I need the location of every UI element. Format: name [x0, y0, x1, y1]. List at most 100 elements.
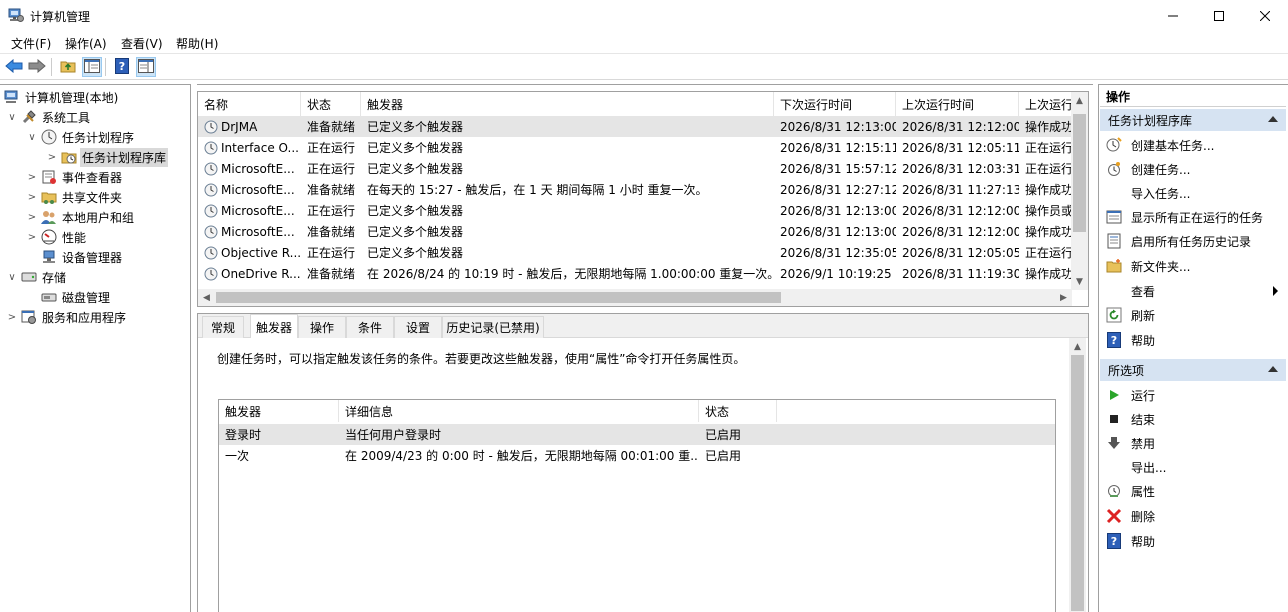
task-row[interactable]: MicrosoftE... 正在运行 已定义多个触发器 2026/8/31 12:13…: [198, 200, 1072, 221]
clock-icon: [41, 129, 57, 145]
cell-text: 操作成功: [1025, 225, 1072, 239]
task-clock-icon: [204, 183, 218, 197]
action-new-folder[interactable]: 新文件夹...: [1100, 254, 1286, 278]
task-list-horizontal-scrollbar[interactable]: ◀ ▶: [198, 289, 1072, 306]
task-row[interactable]: DrJMA 准备就绪 已定义多个触发器 2026/8/31 12:13:00 2026/…: [198, 116, 1072, 137]
task-row[interactable]: OneDrive R... 准备就绪在 2026/8/24 的 10:19 时 -…: [198, 263, 1072, 284]
chevron-down-icon[interactable]: ∨: [26, 131, 38, 143]
section-selected-item[interactable]: 所选项: [1100, 359, 1286, 381]
menu-file[interactable]: 文件(F): [11, 35, 51, 52]
column-header-state[interactable]: 状态: [699, 400, 777, 422]
action-help[interactable]: ? 帮助: [1100, 328, 1286, 352]
chevron-right-icon[interactable]: >: [26, 231, 38, 243]
tree-item-task-scheduler[interactable]: ∨ 任务计划程序: [26, 127, 136, 147]
column-header-last-run[interactable]: 上次运行时间: [896, 92, 1019, 116]
trigger-row[interactable]: 一次 在 2009/4/23 的 0:00 时 - 触发后，无限期地每隔 00:0…: [219, 445, 1055, 466]
task-list-vertical-scrollbar[interactable]: ▲ ▼: [1071, 92, 1088, 290]
action-delete[interactable]: 删除: [1100, 504, 1286, 528]
cell-text: 已定义多个触发器: [367, 204, 464, 218]
action-create-basic-task[interactable]: 创建基本任务...: [1100, 133, 1286, 157]
scroll-down-icon[interactable]: ▼: [1071, 273, 1088, 290]
tree-item-storage[interactable]: ∨ 存储: [6, 267, 68, 287]
tree-item-event-viewer[interactable]: > 事件查看器: [26, 167, 124, 187]
show-hide-action-pane-button[interactable]: [136, 57, 156, 77]
up-folder-button[interactable]: [58, 57, 78, 77]
scroll-left-icon[interactable]: ◀: [198, 289, 215, 306]
tree-item-performance[interactable]: > 性能: [26, 227, 88, 247]
scroll-up-icon[interactable]: ▲: [1071, 92, 1088, 109]
action-view[interactable]: 查看: [1100, 279, 1286, 303]
scroll-right-icon[interactable]: ▶: [1055, 289, 1072, 306]
scroll-thumb[interactable]: [1071, 355, 1084, 611]
forward-button[interactable]: [27, 57, 47, 77]
action-label: 删除: [1131, 509, 1156, 524]
help-button[interactable]: ?: [112, 57, 132, 77]
task-row[interactable]: Objective R... 正在运行 已定义多个触发器 2026/8/31 12:3…: [198, 242, 1072, 263]
tab-settings[interactable]: 设置: [394, 316, 442, 338]
collapse-icon[interactable]: [1268, 116, 1278, 122]
tab-actions[interactable]: 操作: [298, 316, 346, 338]
collapse-icon[interactable]: [1268, 366, 1278, 372]
tab-triggers[interactable]: 触发器: [250, 314, 298, 339]
scroll-thumb[interactable]: [216, 292, 781, 303]
chevron-right-icon[interactable]: >: [26, 211, 38, 223]
section-task-scheduler-library[interactable]: 任务计划程序库: [1100, 109, 1286, 131]
chevron-right-icon[interactable]: >: [26, 191, 38, 203]
column-header-status[interactable]: 状态: [301, 92, 361, 116]
chevron-right-icon[interactable]: >: [26, 171, 38, 183]
tab-general[interactable]: 常规: [202, 316, 244, 338]
new-folder-icon: [1106, 258, 1122, 274]
action-create-task[interactable]: 创建任务...: [1100, 157, 1286, 181]
task-row[interactable]: MicrosoftE... 正在运行 已定义多个触发器 2026/8/31 15:57…: [198, 158, 1072, 179]
column-header-last-result[interactable]: 上次运行: [1019, 92, 1072, 116]
trigger-row[interactable]: 登录时 当任何用户登录时 已启用: [219, 424, 1055, 445]
scroll-up-icon[interactable]: ▲: [1069, 338, 1086, 355]
chevron-right-icon[interactable]: >: [46, 151, 58, 163]
column-header-details[interactable]: 详细信息: [339, 400, 699, 422]
tree-item-shared-folders[interactable]: > 共享文件夹: [26, 187, 124, 207]
minimize-button[interactable]: [1150, 0, 1196, 31]
column-header-next-run[interactable]: 下次运行时间: [774, 92, 896, 116]
action-disable[interactable]: 禁用: [1100, 431, 1286, 455]
close-button[interactable]: [1242, 0, 1288, 31]
cell-text: 2026/8/31 12:05:05: [902, 245, 1019, 260]
task-row[interactable]: MicrosoftE... 准备就绪 已定义多个触发器 2026/8/31 12:13…: [198, 221, 1072, 242]
tree-item-services-applications[interactable]: > 服务和应用程序: [6, 307, 128, 327]
chevron-down-icon[interactable]: ∨: [6, 271, 18, 283]
menu-view[interactable]: 查看(V): [121, 35, 163, 52]
task-last-result-cell: 操作成功: [1019, 221, 1072, 242]
task-row[interactable]: MicrosoftE... 准备就绪 在每天的 15:27 - 触发后，在 1 天 …: [198, 179, 1072, 200]
maximize-button[interactable]: [1196, 0, 1242, 31]
tree-item-task-scheduler-library[interactable]: > 任务计划程序库: [46, 147, 169, 167]
scroll-thumb[interactable]: [1073, 114, 1086, 232]
action-show-running-tasks[interactable]: 显示所有正在运行的任务: [1100, 205, 1286, 229]
tab-conditions[interactable]: 条件: [346, 316, 394, 338]
back-button[interactable]: [4, 57, 24, 77]
action-end[interactable]: 结束: [1100, 407, 1286, 431]
menu-action[interactable]: 操作(A): [65, 35, 107, 52]
column-header-triggers[interactable]: 触发器: [361, 92, 774, 116]
action-run[interactable]: 运行: [1100, 383, 1286, 407]
tree-item-device-manager[interactable]: 设备管理器: [38, 247, 124, 267]
action-properties[interactable]: 属性: [1100, 479, 1286, 503]
chevron-right-icon[interactable]: >: [6, 311, 18, 323]
tree-item-local-users-groups[interactable]: > 本地用户和组: [26, 207, 136, 227]
tree-item-computer-management[interactable]: 计算机管理(本地): [4, 87, 120, 107]
task-next-run-cell: 2026/8/31 12:13:00: [774, 200, 896, 221]
menu-help[interactable]: 帮助(H): [176, 35, 218, 52]
action-refresh[interactable]: 刷新: [1100, 303, 1286, 327]
action-import-task[interactable]: 导入任务...: [1100, 181, 1286, 205]
tree-item-disk-management[interactable]: 磁盘管理: [38, 287, 112, 307]
action-enable-task-history[interactable]: 启用所有任务历史记录: [1100, 229, 1286, 253]
details-vertical-scrollbar[interactable]: ▲: [1069, 338, 1086, 612]
tab-history[interactable]: 历史记录(已禁用): [442, 316, 544, 338]
task-row[interactable]: Interface O... 正在运行 已定义多个触发器 2026/8/31 12:1…: [198, 137, 1072, 158]
column-header-trigger[interactable]: 触发器: [219, 400, 339, 422]
tree-item-system-tools[interactable]: ∨ 系统工具: [6, 107, 92, 127]
action-help-selected[interactable]: ? 帮助: [1100, 529, 1286, 553]
action-export[interactable]: 导出...: [1100, 455, 1286, 479]
column-header-name[interactable]: 名称: [198, 92, 301, 116]
cell-text: 2026/8/31 11:27:13: [902, 182, 1019, 197]
chevron-down-icon[interactable]: ∨: [6, 111, 18, 123]
show-hide-tree-button[interactable]: [82, 57, 102, 77]
